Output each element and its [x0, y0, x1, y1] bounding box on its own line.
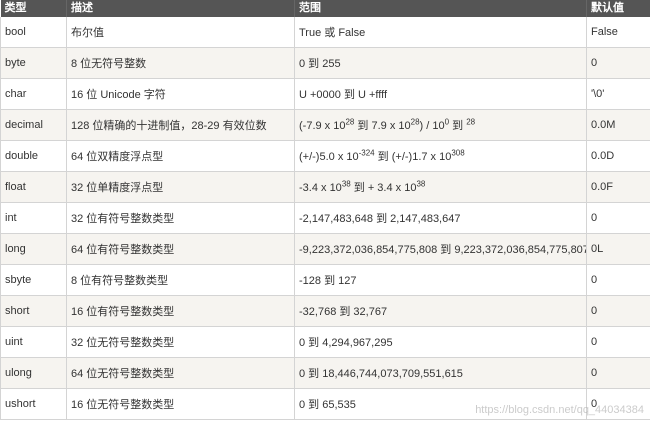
cell-type: short: [0, 295, 67, 327]
cell-type: byte: [0, 47, 67, 79]
cell-description: 32 位单精度浮点型: [66, 171, 295, 203]
cell-type: bool: [0, 17, 67, 48]
cell-description: 16 位无符号整数类型: [66, 388, 295, 420]
cell-description: 16 位 Unicode 字符: [66, 78, 295, 110]
table-header: 类型 描述 范围 默认值: [0, 0, 650, 17]
table-row: uint 32 位无符号整数类型 0 到 4,294,967,295 0: [0, 326, 650, 358]
cell-default: 0: [586, 202, 650, 234]
cell-default: 0: [586, 47, 650, 79]
cell-range: True 或 False: [294, 17, 587, 48]
cell-range: (-7.9 x 1028 到 7.9 x 1028) / 100 到 28: [294, 109, 587, 141]
cell-description: 8 位无符号整数: [66, 47, 295, 79]
cell-default: 0.0D: [586, 140, 650, 172]
cell-type: ushort: [0, 388, 67, 420]
cell-default: 0: [586, 295, 650, 327]
cell-default: 0: [586, 357, 650, 389]
header-default: 默认值: [586, 0, 650, 17]
range-exponent: -324: [358, 148, 375, 158]
cell-range: -32,768 到 32,767: [294, 295, 587, 327]
cell-description: 32 位有符号整数类型: [66, 202, 295, 234]
cell-default: 0L: [586, 233, 650, 265]
table-row: long 64 位有符号整数类型 -9,223,372,036,854,775,80…: [0, 233, 650, 265]
table-row: short 16 位有符号整数类型 -32,768 到 32,767 0: [0, 295, 650, 327]
header-description: 描述: [66, 0, 295, 17]
cell-type: float: [0, 171, 67, 203]
range-text: -3.4 x 10: [299, 182, 342, 194]
table-row: float 32 位单精度浮点型 -3.4 x 1038 到 + 3.4 x 103…: [0, 171, 650, 203]
cell-type: double: [0, 140, 67, 172]
range-text: 到 (+/-)1.7 x 10: [374, 151, 452, 163]
range-exponent: 38: [416, 179, 426, 189]
cell-default: 0: [586, 264, 650, 296]
range-exponent: 28: [466, 117, 476, 127]
cell-default: 0.0M: [586, 109, 650, 141]
range-text: ) / 10: [419, 120, 445, 132]
table-row: sbyte 8 位有符号整数类型 -128 到 127 0: [0, 264, 650, 296]
cell-description: 128 位精确的十进制值，28-29 有效位数: [66, 109, 295, 141]
cell-range: -128 到 127: [294, 264, 587, 296]
table-row: bool 布尔值 True 或 False False: [0, 17, 650, 48]
range-text: True 或 False: [299, 27, 366, 39]
range-text: 0 到 65,535: [299, 399, 356, 411]
range-text: -32,768 到 32,767: [299, 306, 388, 318]
range-text: 0 到 18,446,744,073,709,551,615: [299, 368, 463, 380]
table-row: double 64 位双精度浮点型 (+/-)5.0 x 10-324 到 (+/-…: [0, 140, 650, 172]
range-text: 0 到 4,294,967,295: [299, 337, 393, 349]
header-range: 范围: [294, 0, 587, 17]
cell-range: U +0000 到 U +ffff: [294, 78, 587, 110]
table-row: ulong 64 位无符号整数类型 0 到 18,446,744,073,709,5…: [0, 357, 650, 389]
range-exponent: 38: [341, 179, 351, 189]
cell-type: int: [0, 202, 67, 234]
cell-description: 布尔值: [66, 17, 295, 48]
table-row: char 16 位 Unicode 字符 U +0000 到 U +ffff '\0': [0, 78, 650, 110]
range-exponent: 308: [451, 148, 465, 158]
cell-default: 0: [586, 326, 650, 358]
table-body: bool 布尔值 True 或 False False byte 8 位无符号整数 0 到 …: [0, 17, 650, 420]
cell-range: -2,147,483,648 到 2,147,483,647: [294, 202, 587, 234]
cell-range: 0 到 4,294,967,295: [294, 326, 587, 358]
cell-type: ulong: [0, 357, 67, 389]
cell-description: 64 位有符号整数类型: [66, 233, 295, 265]
cell-range: -3.4 x 1038 到 + 3.4 x 1038: [294, 171, 587, 203]
cell-range: -9,223,372,036,854,775,808 到 9,223,372,0…: [294, 233, 587, 265]
range-text: -128 到 127: [299, 275, 357, 287]
range-text: 0 到 255: [299, 58, 341, 70]
cell-description: 16 位有符号整数类型: [66, 295, 295, 327]
cell-description: 64 位双精度浮点型: [66, 140, 295, 172]
cell-type: decimal: [0, 109, 67, 141]
cell-default: 0.0F: [586, 171, 650, 203]
cell-description: 32 位无符号整数类型: [66, 326, 295, 358]
cell-type: char: [0, 78, 67, 110]
cell-type: long: [0, 233, 67, 265]
table-row: decimal 128 位精确的十进制值，28-29 有效位数 (-7.9 x 10…: [0, 109, 650, 141]
cell-description: 64 位无符号整数类型: [66, 357, 295, 389]
range-text: -2,147,483,648 到 2,147,483,647: [299, 213, 461, 225]
cell-description: 8 位有符号整数类型: [66, 264, 295, 296]
data-types-table: 类型 描述 范围 默认值 bool 布尔值 True 或 False False byt…: [0, 0, 650, 420]
cell-type: uint: [0, 326, 67, 358]
table-row: int 32 位有符号整数类型 -2,147,483,648 到 2,147,483…: [0, 202, 650, 234]
range-text: 到 7.9 x 10: [354, 120, 411, 132]
cell-range: 0 到 255: [294, 47, 587, 79]
cell-default: False: [586, 17, 650, 48]
range-exponent: 28: [410, 117, 420, 127]
range-text: 到 + 3.4 x 10: [350, 182, 417, 194]
range-text: U +0000 到 U +ffff: [299, 89, 388, 101]
table-row: byte 8 位无符号整数 0 到 255 0: [0, 47, 650, 79]
cell-range: (+/-)5.0 x 10-324 到 (+/-)1.7 x 10308: [294, 140, 587, 172]
range-text: (+/-)5.0 x 10: [299, 151, 359, 163]
watermark: https://blog.csdn.net/qq_44034384: [475, 404, 644, 416]
cell-default: '\0': [586, 78, 650, 110]
cell-range: 0 到 18,446,744,073,709,551,615: [294, 357, 587, 389]
cell-type: sbyte: [0, 264, 67, 296]
header-type: 类型: [0, 0, 67, 17]
header-row: 类型 描述 范围 默认值: [0, 0, 650, 17]
range-text: 到: [449, 120, 467, 132]
range-text: (-7.9 x 10: [299, 120, 346, 132]
range-text: -9,223,372,036,854,775,808 到 9,223,372,0…: [299, 244, 587, 256]
